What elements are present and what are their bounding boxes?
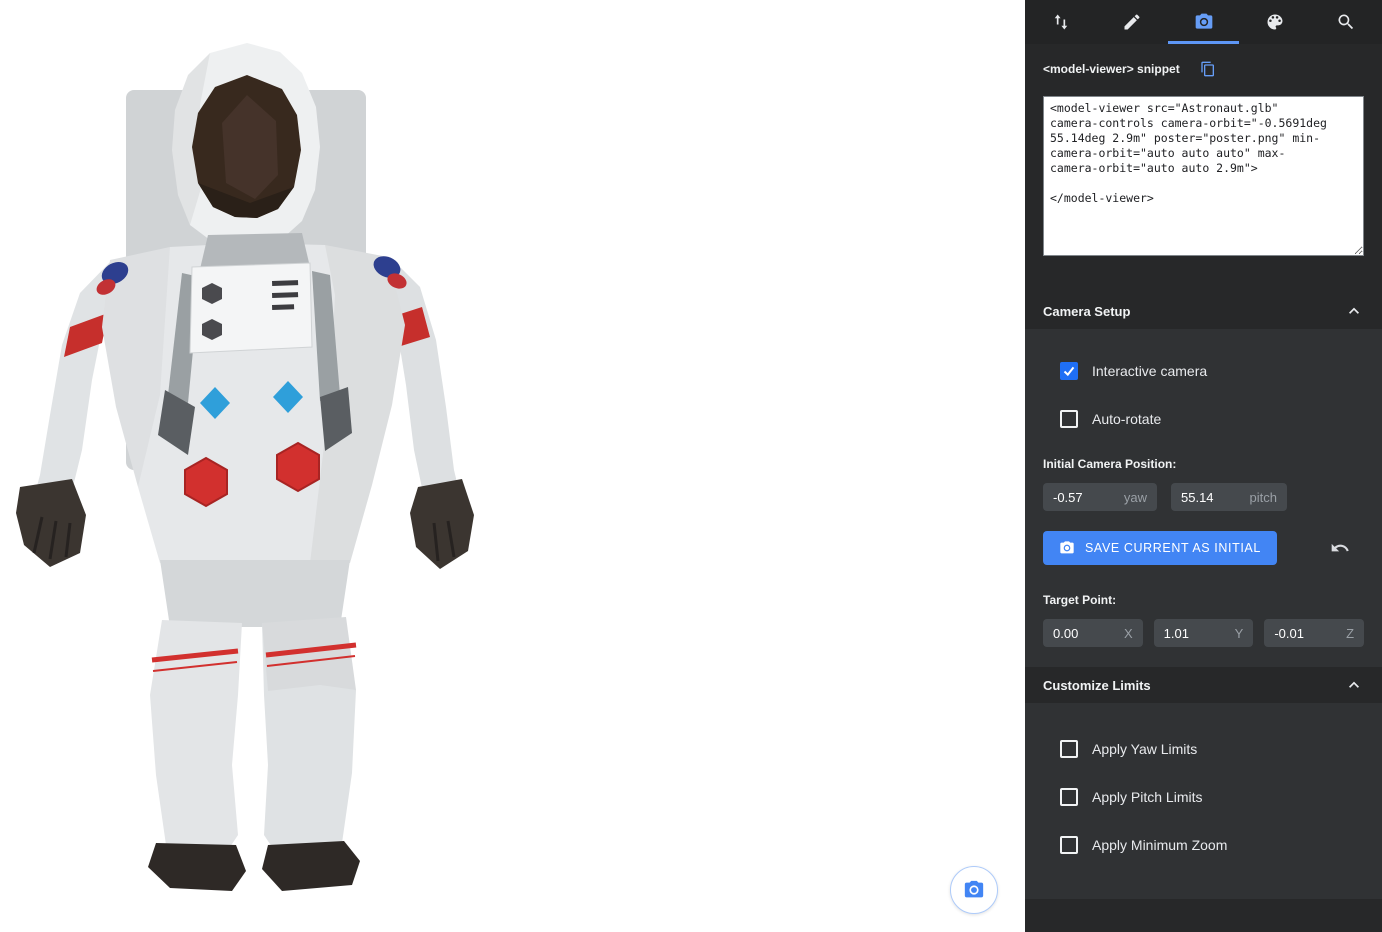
tab-materials[interactable]: [1239, 0, 1310, 44]
pencil-icon: [1122, 12, 1142, 32]
apply-pitch-limits-checkbox[interactable]: [1060, 788, 1078, 806]
apply-yaw-limits-checkbox[interactable]: [1060, 740, 1078, 758]
apply-yaw-limits-row[interactable]: Apply Yaw Limits: [1060, 737, 1364, 761]
tab-inspector[interactable]: [1311, 0, 1382, 44]
customize-limits-title: Customize Limits: [1043, 678, 1151, 693]
updown-arrows-icon: [1051, 12, 1071, 32]
apply-yaw-limits-label: Apply Yaw Limits: [1092, 741, 1197, 757]
pitch-suffix: pitch: [1250, 490, 1277, 505]
target-x-suffix: X: [1124, 626, 1133, 641]
apply-minimum-zoom-label: Apply Minimum Zoom: [1092, 837, 1227, 853]
interactive-camera-checkbox[interactable]: [1060, 362, 1078, 380]
tab-camera[interactable]: [1168, 0, 1239, 44]
snippet-title: <model-viewer> snippet: [1043, 62, 1180, 76]
camera-setup-section: Interactive camera Auto-rotate Initial C…: [1025, 329, 1382, 667]
copy-snippet-button[interactable]: [1200, 61, 1216, 77]
pitch-value: 55.14: [1181, 490, 1244, 505]
target-point-label: Target Point:: [1043, 593, 1364, 607]
undo-icon: [1330, 538, 1350, 558]
auto-rotate-label: Auto-rotate: [1092, 411, 1161, 427]
target-y-value: 1.01: [1164, 626, 1229, 641]
auto-rotate-row[interactable]: Auto-rotate: [1060, 407, 1364, 431]
target-x-input[interactable]: 0.00 X: [1043, 619, 1143, 647]
yaw-input[interactable]: -0.57 yaw: [1043, 483, 1157, 511]
snippet-code-textarea[interactable]: <model-viewer src="Astronaut.glb" camera…: [1043, 96, 1364, 256]
save-current-as-initial-button[interactable]: SAVE CURRENT AS INITIAL: [1043, 531, 1277, 565]
right-glove: [410, 479, 474, 569]
tab-edit[interactable]: [1096, 0, 1167, 44]
yaw-suffix: yaw: [1124, 490, 1147, 505]
camera-setup-title: Camera Setup: [1043, 304, 1130, 319]
palette-icon: [1265, 12, 1285, 32]
chevron-up-icon: [1344, 301, 1364, 321]
customize-limits-section: Apply Yaw Limits Apply Pitch Limits Appl…: [1025, 703, 1382, 899]
auto-rotate-checkbox[interactable]: [1060, 410, 1078, 428]
check-icon: [1062, 364, 1076, 378]
yaw-value: -0.57: [1053, 490, 1118, 505]
initial-camera-position-label: Initial Camera Position:: [1043, 457, 1364, 471]
save-button-label: SAVE CURRENT AS INITIAL: [1085, 541, 1261, 555]
right-boot: [262, 841, 360, 891]
interactive-camera-label: Interactive camera: [1092, 363, 1207, 379]
camera-icon: [1194, 12, 1214, 32]
editor-panel: <model-viewer> snippet <model-viewer src…: [1025, 0, 1382, 932]
panel-tabbar: [1025, 0, 1382, 44]
model-viewport[interactable]: [0, 0, 1025, 932]
apply-minimum-zoom-checkbox[interactable]: [1060, 836, 1078, 854]
copy-icon: [1200, 61, 1216, 77]
left-boot: [148, 843, 246, 891]
search-icon: [1336, 12, 1356, 32]
target-y-input[interactable]: 1.01 Y: [1154, 619, 1254, 647]
apply-pitch-limits-label: Apply Pitch Limits: [1092, 789, 1202, 805]
target-z-value: -0.01: [1274, 626, 1340, 641]
undo-button[interactable]: [1330, 538, 1350, 558]
target-z-suffix: Z: [1346, 626, 1354, 641]
snippet-block: <model-viewer> snippet <model-viewer src…: [1025, 44, 1382, 261]
pitch-input[interactable]: 55.14 pitch: [1171, 483, 1287, 511]
apply-minimum-zoom-row[interactable]: Apply Minimum Zoom: [1060, 833, 1364, 857]
apply-pitch-limits-row[interactable]: Apply Pitch Limits: [1060, 785, 1364, 809]
target-y-suffix: Y: [1235, 626, 1244, 641]
customize-limits-header[interactable]: Customize Limits: [1025, 667, 1382, 703]
astronaut-3d-model[interactable]: [10, 35, 475, 900]
target-z-input[interactable]: -0.01 Z: [1264, 619, 1364, 647]
tab-file[interactable]: [1025, 0, 1096, 44]
chevron-up-icon: [1344, 675, 1364, 695]
camera-capture-fab[interactable]: [950, 866, 998, 914]
camera-setup-header[interactable]: Camera Setup: [1025, 293, 1382, 329]
camera-icon: [963, 879, 985, 901]
camera-icon: [1059, 540, 1075, 556]
target-x-value: 0.00: [1053, 626, 1118, 641]
interactive-camera-row[interactable]: Interactive camera: [1060, 359, 1364, 383]
model-viewer-editor: <model-viewer> snippet <model-viewer src…: [0, 0, 1382, 932]
